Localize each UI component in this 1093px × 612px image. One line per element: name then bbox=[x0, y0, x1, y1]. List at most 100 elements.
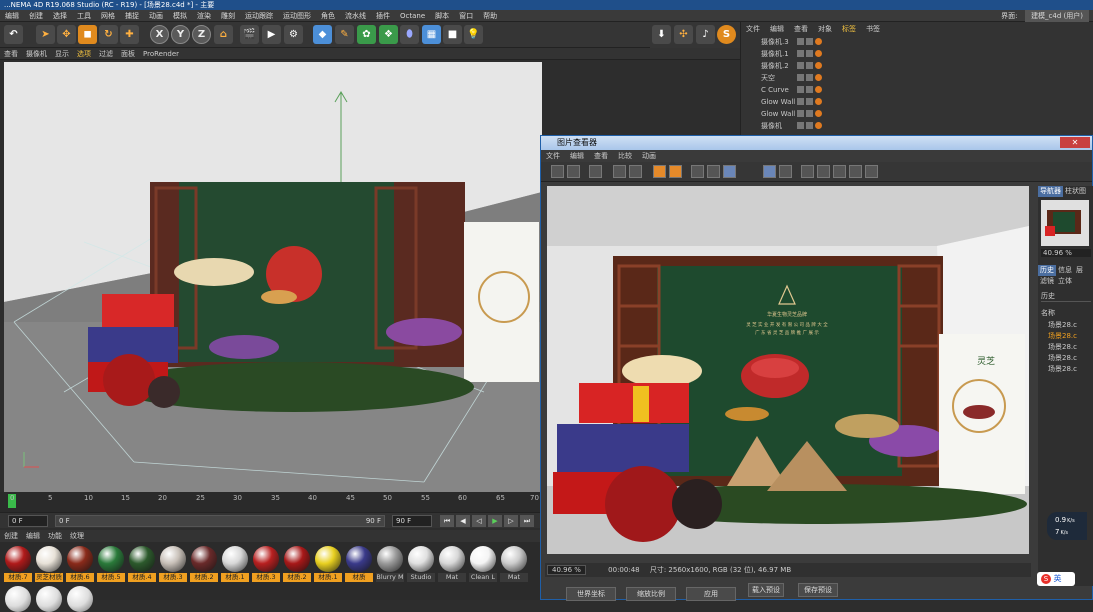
start-frame-field[interactable]: 0 F bbox=[8, 515, 48, 527]
tag-icon[interactable] bbox=[815, 38, 822, 45]
close-icon[interactable]: ✕ bbox=[1060, 137, 1090, 148]
object-row[interactable]: Glow Wall bbox=[741, 108, 1093, 120]
deformer-icon[interactable]: ⬮ bbox=[400, 25, 419, 44]
visibility-dot-icon[interactable] bbox=[806, 74, 813, 81]
menu-mesh[interactable]: 网格 bbox=[96, 10, 120, 22]
menu-tools[interactable]: 工具 bbox=[72, 10, 96, 22]
visibility-dot-icon[interactable] bbox=[797, 110, 804, 117]
render-view-icon[interactable]: 🎬 bbox=[240, 25, 259, 44]
apply-button[interactable]: 应用 bbox=[686, 587, 736, 601]
object-row[interactable]: 摄像机.1 bbox=[741, 48, 1093, 60]
pen-icon[interactable]: ✎ bbox=[335, 25, 354, 44]
go-to-end-icon[interactable]: ⏭ bbox=[520, 515, 534, 527]
menu-octane[interactable]: Octane bbox=[395, 10, 430, 22]
navigator-thumbnail[interactable] bbox=[1041, 200, 1089, 246]
grid-icon[interactable] bbox=[589, 165, 602, 178]
z-axis-lock[interactable]: Z bbox=[192, 25, 211, 44]
menu-snap[interactable]: 捕捉 bbox=[120, 10, 144, 22]
history-item[interactable]: 场景28.c bbox=[1038, 331, 1093, 342]
tab-filter[interactable]: 滤镜 bbox=[1038, 276, 1056, 287]
side-zoom-field[interactable]: 40.96 % bbox=[1041, 249, 1091, 257]
obj-menu-edit[interactable]: 编辑 bbox=[765, 22, 789, 36]
save-icon[interactable] bbox=[567, 165, 580, 178]
object-tags[interactable] bbox=[797, 122, 824, 134]
render-settings-icon[interactable]: ⚙ bbox=[284, 25, 303, 44]
copy-icon[interactable] bbox=[653, 165, 666, 178]
object-row[interactable]: C Curve bbox=[741, 84, 1093, 96]
swap-icon[interactable] bbox=[801, 165, 814, 178]
material-swatch[interactable]: 材质.3 bbox=[159, 546, 187, 582]
visibility-dot-icon[interactable] bbox=[806, 110, 813, 117]
recent-tool-icon[interactable]: ✚ bbox=[120, 25, 139, 44]
visibility-dot-icon[interactable] bbox=[797, 98, 804, 105]
tag-icon[interactable] bbox=[815, 110, 822, 117]
material-swatch[interactable]: Clean L bbox=[469, 546, 497, 582]
obj-menu-bookmarks[interactable]: 书签 bbox=[861, 22, 885, 36]
menu-pipeline[interactable]: 流水线 bbox=[340, 10, 371, 22]
pv-menu-edit[interactable]: 编辑 bbox=[565, 150, 589, 162]
object-row[interactable]: 摄像机 bbox=[741, 120, 1093, 132]
pv-menu-animation[interactable]: 动画 bbox=[637, 150, 661, 162]
tag-icon[interactable] bbox=[815, 86, 822, 93]
light-icon[interactable]: 💡 bbox=[464, 25, 483, 44]
tag-icon[interactable] bbox=[815, 50, 822, 57]
material-menu-create[interactable]: 创建 bbox=[0, 530, 22, 542]
render-picture-viewer-icon[interactable]: ▶ bbox=[262, 25, 281, 44]
tab-layer[interactable]: 层 bbox=[1074, 265, 1085, 276]
undo-icon[interactable]: ↶ bbox=[4, 25, 23, 44]
viewport-menu-view[interactable]: 查看 bbox=[0, 48, 22, 60]
picture-viewer-titlebar[interactable]: 图片查看器 ✕ bbox=[541, 136, 1092, 150]
floor-icon[interactable]: ▦ bbox=[422, 25, 441, 44]
material-swatch[interactable]: 材质.2 bbox=[283, 546, 311, 582]
tag-icon[interactable] bbox=[815, 122, 822, 129]
object-row[interactable]: 摄像机.2 bbox=[741, 60, 1093, 72]
split-icon[interactable] bbox=[849, 165, 862, 178]
history-item[interactable]: 场景28.c bbox=[1038, 364, 1093, 375]
material-swatch[interactable]: 材质.5 bbox=[97, 546, 125, 582]
next-frame-icon[interactable]: ▷ bbox=[504, 515, 518, 527]
rendered-image[interactable]: 华夏生物灵芝品牌 灵 芝 实 业 开 发 有 限 公 司 品 牌 大 全 广 东… bbox=[547, 186, 1029, 554]
material-menu-edit[interactable]: 编辑 bbox=[22, 530, 44, 542]
material-swatch[interactable]: Mat bbox=[500, 546, 528, 582]
frame-range-slider[interactable]: 0 F 90 F bbox=[55, 515, 385, 527]
tab-stereo[interactable]: 立体 bbox=[1056, 276, 1074, 287]
pv-menu-compare[interactable]: 比较 bbox=[613, 150, 637, 162]
channel-b-icon[interactable] bbox=[833, 165, 846, 178]
menu-select[interactable]: 选择 bbox=[48, 10, 72, 22]
visibility-dot-icon[interactable] bbox=[806, 62, 813, 69]
menu-help[interactable]: 帮助 bbox=[478, 10, 502, 22]
menu-window[interactable]: 窗口 bbox=[454, 10, 478, 22]
menu-plugins[interactable]: 插件 bbox=[371, 10, 395, 22]
menu-create[interactable]: 创建 bbox=[24, 10, 48, 22]
material-swatch[interactable]: 材质.7 bbox=[4, 546, 32, 582]
go-to-start-icon[interactable]: ⏮ bbox=[440, 515, 454, 527]
scale-tool-icon[interactable]: ◼ bbox=[78, 25, 97, 44]
history-item[interactable]: 场景28.c bbox=[1038, 353, 1093, 364]
download-icon[interactable]: ⬇ bbox=[652, 25, 671, 44]
history-item[interactable]: 场景28.c bbox=[1038, 320, 1093, 331]
visibility-dot-icon[interactable] bbox=[797, 62, 804, 69]
tag-icon[interactable] bbox=[815, 62, 822, 69]
material-swatch[interactable]: 材质.3 bbox=[252, 546, 280, 582]
tag-icon[interactable] bbox=[815, 98, 822, 105]
subdivision-icon[interactable]: ✿ bbox=[357, 25, 376, 44]
material-menu-texture[interactable]: 纹理 bbox=[66, 530, 88, 542]
zoom-field[interactable]: 40.96 % bbox=[547, 565, 586, 575]
visibility-dot-icon[interactable] bbox=[806, 50, 813, 57]
material-swatch[interactable] bbox=[4, 586, 32, 612]
material-swatch[interactable] bbox=[66, 586, 94, 612]
material-swatch[interactable]: 材质.4 bbox=[128, 546, 156, 582]
prev-frame-icon[interactable]: ◁ bbox=[472, 515, 486, 527]
visibility-dot-icon[interactable] bbox=[797, 38, 804, 45]
material-swatch[interactable]: Studio bbox=[407, 546, 435, 582]
viewport-menu-panel[interactable]: 面板 bbox=[117, 48, 139, 60]
compare-a-icon[interactable] bbox=[763, 165, 776, 178]
menu-edit[interactable]: 编辑 bbox=[0, 10, 24, 22]
pv-menu-view[interactable]: 查看 bbox=[589, 150, 613, 162]
stop-render-icon[interactable] bbox=[723, 165, 736, 178]
material-swatch[interactable]: Mat bbox=[438, 546, 466, 582]
move-tool-icon[interactable]: ➤ bbox=[36, 25, 55, 44]
move-arrows-icon[interactable]: ✥ bbox=[57, 25, 76, 44]
menu-character[interactable]: 角色 bbox=[316, 10, 340, 22]
timeline-ruler[interactable]: 0 5 10 15 20 25 30 35 40 45 50 55 60 65 … bbox=[0, 492, 540, 512]
